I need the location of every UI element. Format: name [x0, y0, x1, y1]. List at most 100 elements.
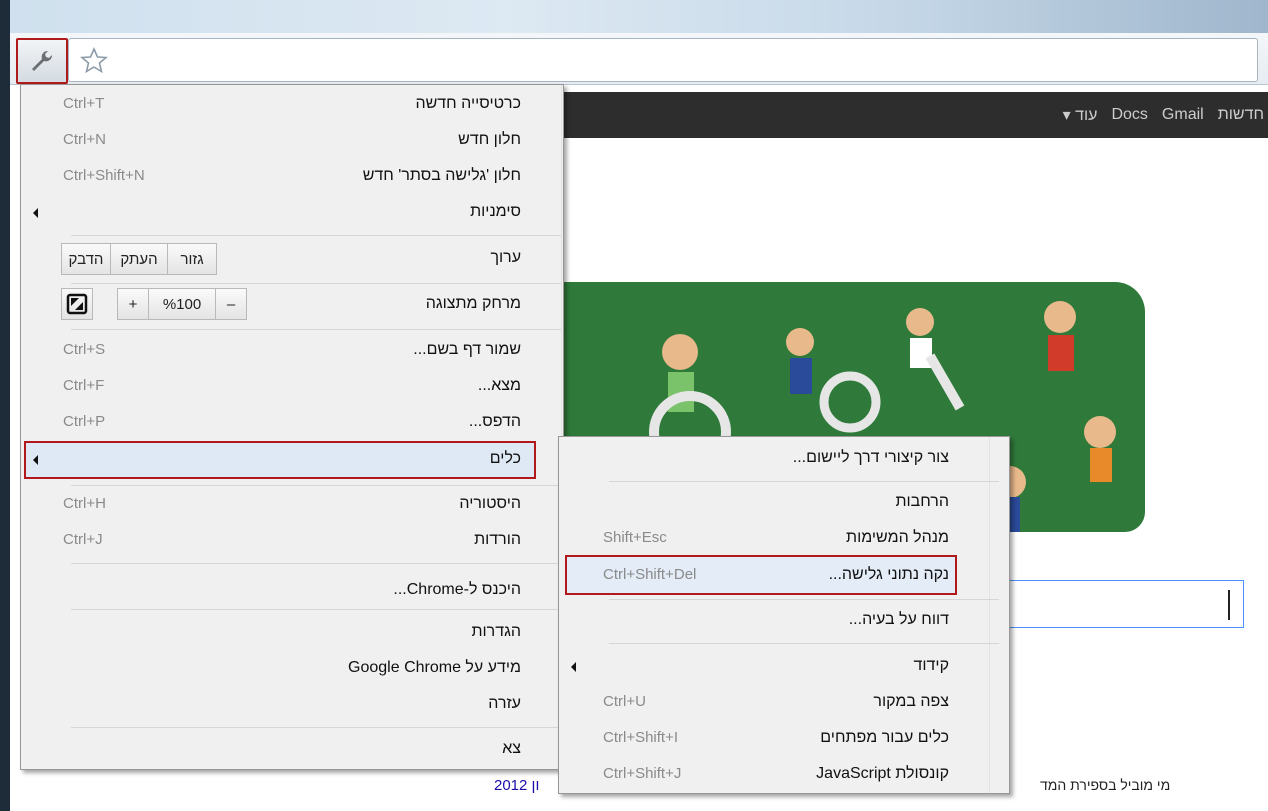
menu-item-shortcut: Ctrl+J [63, 531, 103, 548]
menu-item-new-window[interactable]: חלון חדש Ctrl+N [21, 123, 563, 159]
menu-item-label: היכנס ל-Chrome... [393, 581, 521, 598]
paste-button[interactable]: הדבק [61, 243, 111, 275]
menu-item-downloads[interactable]: הורדות Ctrl+J [21, 523, 563, 559]
submenu-item-label: קידוד [913, 657, 949, 674]
submenu-arrow-icon [571, 662, 576, 672]
wrench-icon [32, 50, 53, 71]
menu-item-label: מידע על Google Chrome [348, 659, 521, 676]
submenu-item-label: כלים עבור מפתחים [820, 729, 949, 746]
submenu-item-shortcut: Ctrl+U [603, 693, 646, 710]
submenu-item-label: דווח על בעיה... [848, 611, 949, 628]
submenu-item-shortcut: Ctrl+Shift+I [603, 729, 679, 746]
submenu-item-js-console[interactable]: קונסולת JavaScript Ctrl+Shift+J [559, 757, 1009, 793]
menu-separator [71, 329, 561, 330]
menu-item-label: חלון חדש [458, 131, 521, 148]
submenu-item-create-shortcuts[interactable]: צור קיצורי דרך ליישום... [559, 441, 1009, 477]
menu-item-label: מצא... [477, 377, 521, 394]
cut-button[interactable]: גזור [167, 243, 217, 275]
submenu-item-extensions[interactable]: הרחבות [559, 485, 1009, 521]
menu-item-sign-in[interactable]: היכנס ל-Chrome... [21, 573, 563, 609]
menu-item-shortcut: Ctrl+T [63, 95, 105, 112]
copy-button[interactable]: העתק [110, 243, 168, 275]
menu-item-label: עזרה [488, 695, 521, 712]
star-icon[interactable] [79, 46, 109, 74]
menu-item-label: מרחק מתצוגה [425, 295, 521, 312]
submenu-item-encoding[interactable]: קידוד [559, 649, 1009, 685]
submenu-item-label: מנהל המשימות [846, 529, 949, 546]
submenu-arrow-icon [33, 455, 38, 465]
submenu-item-label: צור קיצורי דרך ליישום... [792, 449, 949, 466]
menu-item-shortcut: Ctrl+F [63, 377, 105, 394]
window-frame [0, 0, 1268, 33]
menu-separator [71, 727, 561, 728]
menu-item-new-tab[interactable]: כרטיסייה חדשה Ctrl+T [21, 87, 563, 123]
google-bar: חדשות Gmail Docs עוד ▾ [560, 92, 1268, 138]
tools-submenu: צור קיצורי דרך ליישום... הרחבות מנהל המש… [558, 436, 1010, 794]
gbar-link-gmail[interactable]: Gmail [1162, 106, 1204, 124]
wrench-menu: כרטיסייה חדשה Ctrl+T חלון חדש Ctrl+N חלו… [20, 84, 564, 770]
zoom-level: %100 [148, 288, 216, 320]
menu-item-label: כלים [489, 450, 521, 467]
zoom-in-button[interactable]: + [117, 288, 149, 320]
submenu-separator [609, 481, 999, 482]
menu-item-shortcut: Ctrl+P [63, 413, 106, 430]
address-bar[interactable] [68, 38, 1258, 82]
menu-item-label: הגדרות [471, 623, 521, 640]
menu-item-print[interactable]: הדפס... Ctrl+P [21, 405, 563, 441]
submenu-item-task-manager[interactable]: מנהל המשימות Shift+Esc [559, 521, 1009, 557]
submenu-arrow-icon [33, 208, 38, 218]
menu-item-label: הורדות [474, 531, 521, 548]
menu-separator [71, 283, 561, 284]
submenu-item-label: צפה במקור [873, 693, 949, 710]
menu-separator [71, 235, 561, 236]
submenu-item-view-source[interactable]: צפה במקור Ctrl+U [559, 685, 1009, 721]
search-input[interactable] [1000, 580, 1244, 628]
menu-separator [71, 485, 561, 486]
menu-item-bookmarks[interactable]: סימניות [21, 195, 563, 231]
menu-item-label: חלון 'גלישה בסתר' חדש [362, 167, 521, 184]
menu-item-settings[interactable]: הגדרות [21, 615, 563, 651]
menu-item-history[interactable]: היסטוריה Ctrl+H [21, 487, 563, 523]
zoom-out-button[interactable]: – [215, 288, 247, 320]
menu-item-exit[interactable]: צא [21, 732, 563, 768]
submenu-item-label: קונסולת JavaScript [816, 765, 949, 782]
wrench-menu-button[interactable] [16, 38, 68, 84]
menu-item-shortcut: Ctrl+N [63, 131, 106, 148]
menu-item-help[interactable]: עזרה [21, 687, 563, 723]
submenu-item-label: נקה נתוני גלישה... [828, 566, 949, 583]
page-link[interactable]: 2012 ון [494, 777, 539, 794]
menu-item-find[interactable]: מצא... Ctrl+F [21, 369, 563, 405]
menu-separator [71, 609, 561, 610]
fullscreen-button[interactable] [61, 288, 93, 320]
menu-item-label: ערוך [490, 249, 521, 266]
menu-item-label: הדפס... [468, 413, 521, 430]
submenu-item-label: הרחבות [895, 493, 949, 510]
submenu-separator [609, 643, 999, 644]
menu-item-label: היסטוריה [459, 495, 521, 512]
menu-item-shortcut: Ctrl+H [63, 495, 106, 512]
fullscreen-icon [66, 293, 88, 315]
window-left-edge [0, 0, 10, 811]
gbar-link-news[interactable]: חדשות [1218, 106, 1264, 124]
submenu-item-developer-tools[interactable]: כלים עבור מפתחים Ctrl+Shift+I [559, 721, 1009, 757]
menu-item-tools[interactable]: כלים [21, 442, 563, 478]
menu-item-incognito[interactable]: חלון 'גלישה בסתר' חדש Ctrl+Shift+N [21, 159, 563, 195]
menu-item-shortcut: Ctrl+Shift+N [63, 167, 145, 184]
menu-item-save-page[interactable]: שמור דף בשם... Ctrl+S [21, 333, 563, 369]
submenu-item-shortcut: Shift+Esc [603, 529, 667, 546]
menu-item-shortcut: Ctrl+S [63, 341, 106, 358]
submenu-item-shortcut: Ctrl+Shift+J [603, 765, 682, 782]
submenu-item-clear-browsing-data[interactable]: נקה נתוני גלישה... Ctrl+Shift+Del [559, 558, 1009, 594]
submenu-separator [609, 599, 999, 600]
menu-item-label: סימניות [470, 203, 521, 220]
menu-item-label: כרטיסייה חדשה [415, 95, 521, 112]
text-caret [1228, 590, 1230, 620]
menu-item-label: צא [502, 740, 521, 757]
gbar-link-more[interactable]: עוד ▾ [1063, 105, 1098, 125]
gbar-link-docs[interactable]: Docs [1111, 106, 1147, 124]
page-snippet: מי מוביל בספירת המד [1040, 777, 1171, 793]
menu-item-zoom: מרחק מתצוגה [21, 287, 563, 323]
menu-item-about[interactable]: מידע על Google Chrome [21, 651, 563, 687]
submenu-item-report-issue[interactable]: דווח על בעיה... [559, 603, 1009, 639]
menu-item-label: שמור דף בשם... [413, 341, 521, 358]
